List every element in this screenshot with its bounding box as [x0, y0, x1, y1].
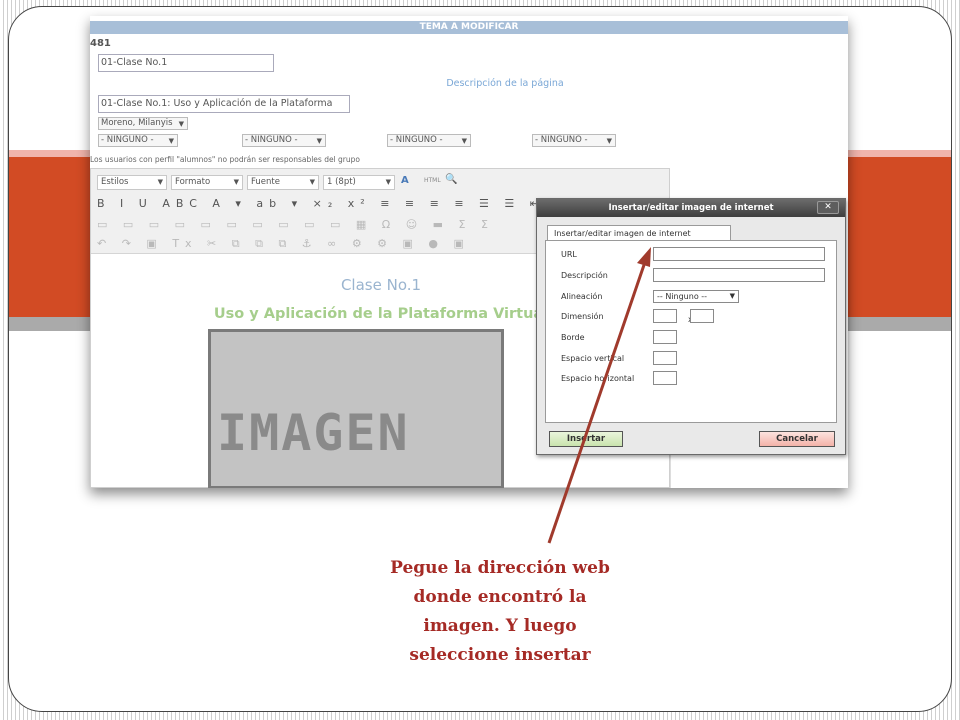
responsible-select-4[interactable]: - NINGUNO - ▼	[532, 134, 616, 147]
toolbar-row-formatting[interactable]: B I U ABC A ▾ ab ▾ ×₂ x² ≡ ≡ ≡ ≡ ☰ ☰ ⇤ ⇥	[97, 197, 570, 210]
author-select-value: Moreno, Milanyis	[101, 118, 173, 128]
url-label: URL	[561, 250, 577, 259]
description-input[interactable]	[653, 268, 825, 282]
chevron-down-icon: ▼	[729, 292, 735, 300]
chevron-down-icon: ▼	[309, 178, 315, 186]
format-combo-label: Formato	[175, 177, 211, 187]
height-input[interactable]	[690, 309, 714, 323]
border-input[interactable]	[653, 330, 677, 344]
width-input[interactable]	[653, 309, 677, 323]
caption-line: donde encontró la	[413, 587, 587, 607]
chevron-down-icon: ▼	[316, 137, 322, 145]
font-combo-label: Fuente	[251, 177, 280, 187]
responsible-select-3[interactable]: - NINGUNO - ▼	[387, 134, 471, 147]
image-placeholder: IMAGEN	[208, 329, 504, 488]
image-placeholder-text: IMAGEN	[217, 404, 410, 462]
close-icon: ✕	[824, 202, 832, 212]
caption-line: seleccione insertar	[409, 645, 591, 665]
responsible-select-value: - NINGUNO -	[535, 135, 588, 145]
responsible-select-1[interactable]: - NINGUNO - ▼	[98, 134, 178, 147]
record-id: 481	[90, 38, 111, 49]
chevron-down-icon: ▼	[461, 137, 467, 145]
alignment-label: Alineación	[561, 292, 603, 301]
size-combo[interactable]: 1 (8pt) ▼	[323, 175, 395, 190]
alignment-select-value: -- Ninguno --	[657, 292, 708, 301]
dimension-label: Dimensión	[561, 312, 604, 321]
author-select[interactable]: Moreno, Milanyis ▼	[98, 117, 188, 130]
description-heading: Descripción de la página	[446, 78, 564, 89]
html-source-button[interactable]: HTML	[424, 177, 441, 184]
font-combo[interactable]: Fuente ▼	[247, 175, 319, 190]
dialog-title-bar: Insertar/editar imagen de internet ✕	[537, 199, 845, 217]
title-field[interactable]: 01-Clase No.1	[98, 54, 274, 72]
vspace-label: Espacio vertical	[561, 354, 625, 363]
hspace-label: Espacio horizontal	[561, 374, 635, 383]
tab-insert-image[interactable]: Insertar/editar imagen de internet	[547, 225, 731, 241]
insert-button[interactable]: Insertar	[549, 431, 623, 447]
border-label: Borde	[561, 333, 585, 342]
chevron-down-icon: ▼	[168, 137, 174, 145]
responsible-select-2[interactable]: - NINGUNO - ▼	[242, 134, 326, 147]
chevron-down-icon: ▼	[233, 178, 239, 186]
dialog-form-panel: URL Descripción Alineación -- Ninguno --…	[545, 240, 837, 423]
format-combo[interactable]: Formato ▼	[171, 175, 243, 190]
chevron-down-icon: ▼	[157, 178, 163, 186]
chevron-down-icon: ▼	[606, 137, 612, 145]
search-icon[interactable]: 🔍	[445, 174, 457, 185]
responsible-select-value: - NINGUNO -	[101, 135, 154, 145]
responsible-note: Los usuarios con perfil "alumnos" no pod…	[90, 155, 360, 164]
url-input[interactable]	[653, 247, 825, 261]
description-label: Descripción	[561, 271, 608, 280]
toolbar-row-insert[interactable]: ▭ ▭ ▭ ▭ ▭ ▭ ▭ ▭ ▭ ▭ ▦ Ω ☺ ▬ Σ Σ	[97, 218, 494, 231]
cancel-button[interactable]: Cancelar	[759, 431, 835, 447]
close-button[interactable]: ✕	[817, 201, 839, 214]
styles-combo[interactable]: Estilos ▼	[97, 175, 167, 190]
caption-line: Pegue la dirección web	[390, 558, 610, 578]
font-color-icon[interactable]: A	[401, 175, 409, 186]
alignment-select[interactable]: -- Ninguno -- ▼	[653, 290, 739, 303]
page-header: TEMA A MODIFICAR	[90, 21, 848, 34]
dialog-title: Insertar/editar imagen de internet	[608, 203, 774, 213]
size-combo-label: 1 (8pt)	[327, 177, 356, 187]
responsible-select-value: - NINGUNO -	[245, 135, 298, 145]
responsible-select-value: - NINGUNO -	[390, 135, 443, 145]
chevron-down-icon: ▼	[385, 178, 391, 186]
caption-line: imagen. Y luego	[423, 616, 577, 636]
hspace-input[interactable]	[653, 371, 677, 385]
chevron-down-icon: ▼	[178, 120, 184, 128]
toolbar-row-edit[interactable]: ↶ ↷ ▣ Tx ✂ ⧉ ⧉ ⧉ ⚓ ∞ ⚙ ⚙ ▣ ● ▣	[97, 237, 470, 251]
insert-image-dialog: Insertar/editar imagen de internet ✕ Ins…	[536, 198, 846, 455]
description-field[interactable]: 01-Clase No.1: Uso y Aplicación de la Pl…	[98, 95, 350, 113]
styles-combo-label: Estilos	[101, 177, 129, 187]
vspace-input[interactable]	[653, 351, 677, 365]
instruction-caption: Pegue la dirección web donde encontró la…	[360, 554, 640, 670]
